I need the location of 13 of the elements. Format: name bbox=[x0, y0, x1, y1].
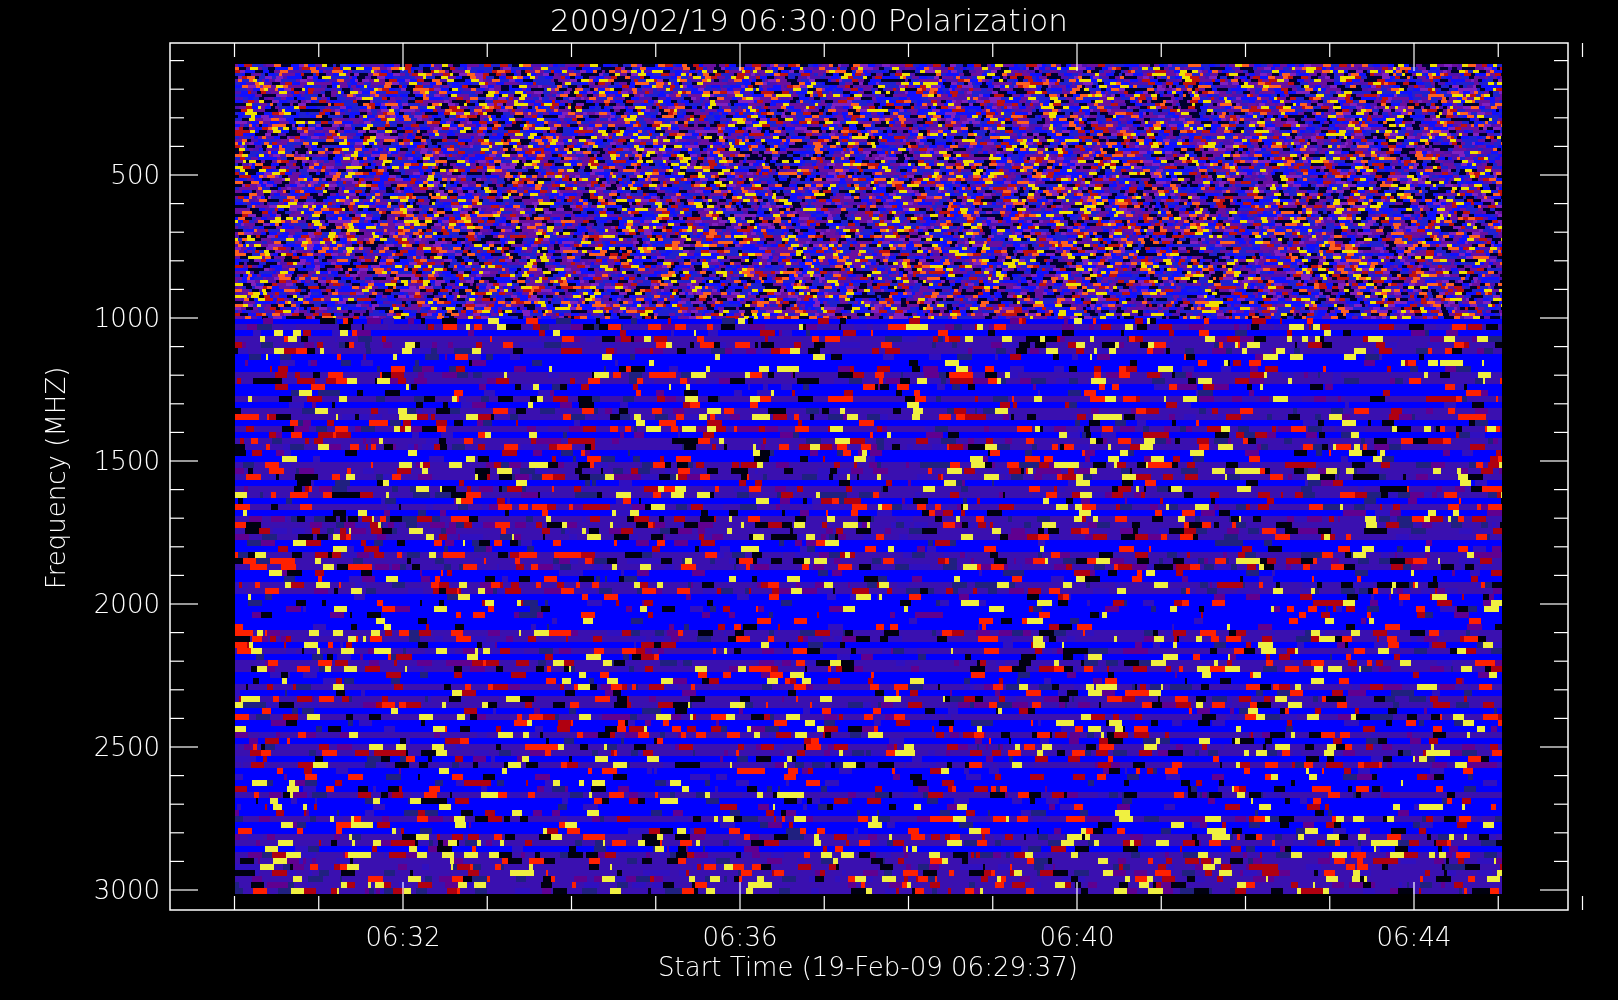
x-tick-label: 06:32 bbox=[365, 922, 441, 952]
y-tick-label: 1000 bbox=[93, 303, 160, 333]
x-tick-label: 06:36 bbox=[702, 922, 778, 952]
y-tick-label: 1500 bbox=[93, 446, 160, 476]
y-tick-label: 2000 bbox=[93, 589, 160, 619]
x-tick-label: 06:40 bbox=[1039, 922, 1115, 952]
y-tick-label: 2500 bbox=[93, 732, 160, 762]
y-tick-label: 500 bbox=[110, 160, 160, 190]
y-axis-label: Frequency (MHZ) bbox=[41, 366, 71, 590]
x-tick-label: 06:44 bbox=[1376, 922, 1452, 952]
plot-title: 2009/02/19 06:30:00 Polarization bbox=[550, 2, 1068, 38]
x-axis-label: Start Time (19-Feb-09 06:29:37) bbox=[658, 952, 1078, 982]
y-tick-label: 3000 bbox=[93, 875, 160, 905]
